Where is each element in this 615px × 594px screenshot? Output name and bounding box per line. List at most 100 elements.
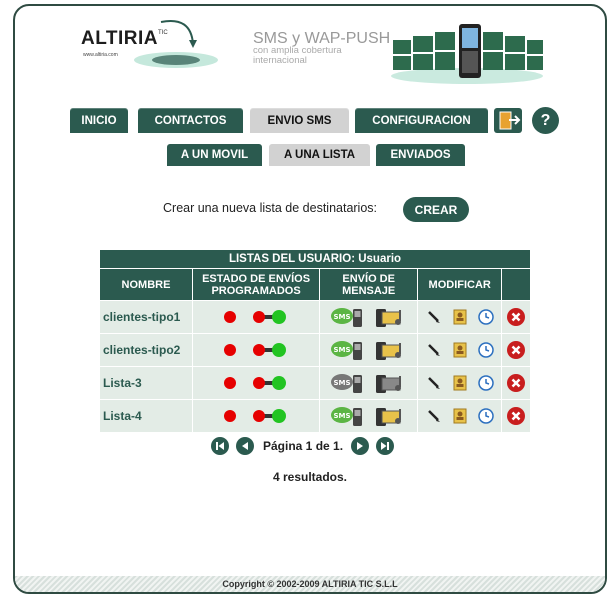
create-list-prompt: Crear una nueva lista de destinatarios: (163, 201, 378, 215)
results-count: 4 resultados. (272, 470, 348, 484)
send-sms-button[interactable]: SMS (330, 374, 364, 393)
delete-cell (502, 367, 530, 399)
delete-button[interactable] (506, 341, 526, 359)
delete-x-icon (507, 374, 526, 392)
edit-button[interactable] (425, 308, 443, 325)
subtab-enviados[interactable]: ENVIADOS (376, 144, 465, 166)
sms-phone-icon: SMS (330, 374, 362, 393)
send-wap-button[interactable] (374, 308, 408, 327)
list-name[interactable]: clientes-tipo1 (100, 301, 192, 333)
table-row: Lista-4 SMS (100, 400, 530, 432)
header-delete (502, 269, 530, 300)
tab-contactos[interactable]: CONTACTOS (138, 108, 243, 133)
subtab-a-un-movil[interactable]: A UN MOVIL (167, 144, 262, 166)
send-cell: SMS (320, 334, 418, 366)
delete-button[interactable] (506, 308, 526, 326)
header-modify: MODIFICAR (418, 269, 502, 300)
toggle-button[interactable] (250, 407, 288, 424)
wap-phone-icon (375, 342, 401, 360)
help-button[interactable]: ? (532, 107, 559, 134)
modify-cell (418, 301, 502, 333)
subtab-enviados-label: ENVIADOS (390, 149, 451, 161)
toggle-button[interactable] (250, 341, 288, 358)
svg-text:SMS: SMS (333, 412, 350, 420)
list-name[interactable]: Lista-3 (100, 367, 192, 399)
next-page-button[interactable] (351, 437, 370, 455)
edit-pencil-icon (427, 310, 440, 323)
delete-button[interactable] (506, 407, 526, 425)
wap-phone-icon (375, 375, 401, 393)
table-row: Lista-3 SMS (100, 367, 530, 399)
create-list-button[interactable]: CREAR (403, 197, 469, 222)
subtab-a-una-lista[interactable]: A UNA LISTA (269, 144, 370, 166)
contacts-button[interactable] (451, 374, 469, 391)
send-sms-button[interactable]: SMS (330, 308, 364, 327)
clock-icon (477, 408, 494, 424)
red-dot-icon (224, 409, 237, 422)
header: ALTIRIA TIC www.altiria.com SMS y WAP-PU… (15, 6, 605, 86)
svg-text:SMS: SMS (333, 379, 350, 387)
tab-envio-sms[interactable]: ENVIO SMS (250, 108, 349, 133)
altiria-logo[interactable]: ALTIRIA TIC www.altiria.com (81, 20, 218, 68)
pagination: Página 1 de 1. (211, 437, 401, 455)
last-page-button[interactable] (376, 437, 395, 455)
modify-cell (418, 334, 502, 366)
subtab-a-una-lista-label: A UNA LISTA (283, 149, 356, 161)
modify-cell (418, 400, 502, 432)
toggle-button[interactable] (250, 374, 288, 391)
toggle-button[interactable] (250, 308, 288, 325)
next-page-icon (357, 442, 364, 450)
edit-button[interactable] (425, 407, 443, 424)
red-dot-icon (224, 376, 237, 389)
wap-phone-icon (375, 309, 401, 327)
header-send: ENVÍO DE MENSAJE (320, 269, 418, 300)
contacts-button[interactable] (451, 341, 469, 358)
header-status: ESTADO DE ENVÍOS PROGRAMADOS (192, 269, 320, 300)
send-sms-button[interactable]: SMS (330, 407, 364, 426)
red-dot-icon (224, 310, 237, 323)
delete-x-icon (507, 407, 526, 425)
status-cell (192, 301, 320, 333)
first-page-button[interactable] (211, 437, 229, 455)
contacts-book-icon (453, 309, 467, 325)
logo-url: www.altiria.com (83, 52, 118, 58)
last-page-icon (381, 442, 390, 450)
table-row: clientes-tipo1 SMS (100, 301, 530, 333)
tab-configuracion[interactable]: CONFIGURACION (355, 108, 488, 133)
delete-button[interactable] (506, 374, 526, 392)
prev-page-button[interactable] (236, 437, 254, 455)
send-wap-button[interactable] (374, 374, 408, 393)
table-caption: LISTAS DEL USUARIO: Usuario (100, 250, 530, 268)
phones-screens-image (391, 24, 543, 84)
tab-inicio[interactable]: INICIO (70, 108, 128, 133)
sms-phone-icon: SMS (330, 407, 362, 426)
tab-contactos-label: CONTACTOS (154, 114, 227, 127)
list-name[interactable]: Lista-4 (100, 400, 192, 432)
send-cell: SMS (320, 367, 418, 399)
tab-envio-sms-label: ENVIO SMS (267, 114, 332, 127)
schedule-button[interactable] (477, 407, 495, 424)
clock-icon (477, 375, 494, 391)
schedule-button[interactable] (477, 341, 495, 358)
schedule-button[interactable] (477, 308, 495, 325)
schedule-button[interactable] (477, 374, 495, 391)
edit-button[interactable] (425, 341, 443, 358)
edit-button[interactable] (425, 374, 443, 391)
logo-swoosh-icon (134, 20, 218, 68)
create-button-label: CREAR (414, 202, 458, 217)
page-indicator: Página 1 de 1. (263, 439, 344, 453)
send-wap-button[interactable] (374, 341, 408, 360)
svg-text:SMS: SMS (333, 346, 350, 354)
logout-button[interactable] (494, 108, 522, 133)
clock-icon (477, 309, 494, 325)
list-name[interactable]: clientes-tipo2 (100, 334, 192, 366)
help-icon: ? (540, 111, 551, 129)
send-wap-button[interactable] (374, 407, 408, 426)
delete-cell (502, 334, 530, 366)
header-name: NOMBRE (100, 269, 192, 300)
send-sms-button[interactable]: SMS (330, 341, 364, 360)
footer-copyright: Copyright © 2002-2009 ALTIRIA TIC S.L.L (15, 576, 605, 592)
contacts-button[interactable] (451, 308, 469, 325)
contacts-button[interactable] (451, 407, 469, 424)
status-cell (192, 334, 320, 366)
